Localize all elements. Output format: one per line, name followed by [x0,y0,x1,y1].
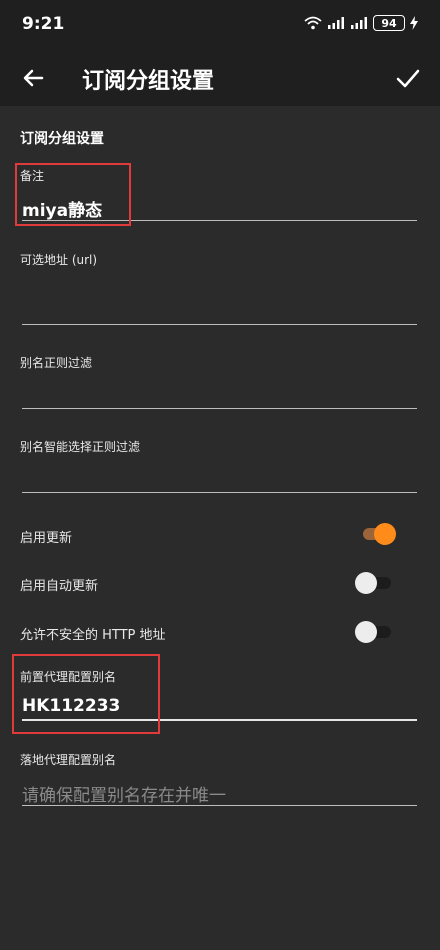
landing-proxy-underline [22,805,417,806]
url-label: 可选地址 (url) [20,253,98,267]
landing-proxy-input[interactable]: 请确保配置别名存在并唯一 [22,781,226,806]
auto-update-label: 启用自动更新 [20,579,99,594]
app-bar: 订阅分组设置 [0,50,440,106]
status-bar: 9:21 94 [0,0,440,50]
remark-highlight-box [15,163,131,226]
alias-filter-underline [22,408,417,409]
toggle-thumb [374,523,396,545]
smart-alias-filter-label: 别名智能选择正则过滤 [20,440,141,454]
enable-update-toggle[interactable] [355,521,396,547]
alias-filter-label: 别名正则过滤 [20,356,93,370]
wifi-icon [304,16,322,30]
signal-icon [328,17,344,29]
insecure-http-toggle[interactable] [355,619,395,645]
front-proxy-highlight-box [12,654,160,734]
section-title: 订阅分组设置 [20,131,104,147]
check-icon[interactable] [392,62,424,94]
toggle-thumb [355,572,377,594]
status-icons: 94 [304,15,418,31]
page-title: 订阅分组设置 [82,69,215,94]
enable-update-label: 启用更新 [20,531,73,546]
landing-proxy-label: 落地代理配置别名 [20,753,117,767]
auto-update-toggle[interactable] [355,570,395,596]
charging-icon [410,16,418,30]
back-arrow-icon[interactable] [18,62,50,94]
smart-alias-filter-underline [22,492,417,493]
battery-indicator: 94 [373,15,405,31]
toggle-thumb [355,621,377,643]
url-underline [22,324,417,325]
status-time: 9:21 [22,14,65,34]
signal-icon-2 [351,17,367,29]
insecure-http-label: 允许不安全的 HTTP 地址 [20,628,166,643]
